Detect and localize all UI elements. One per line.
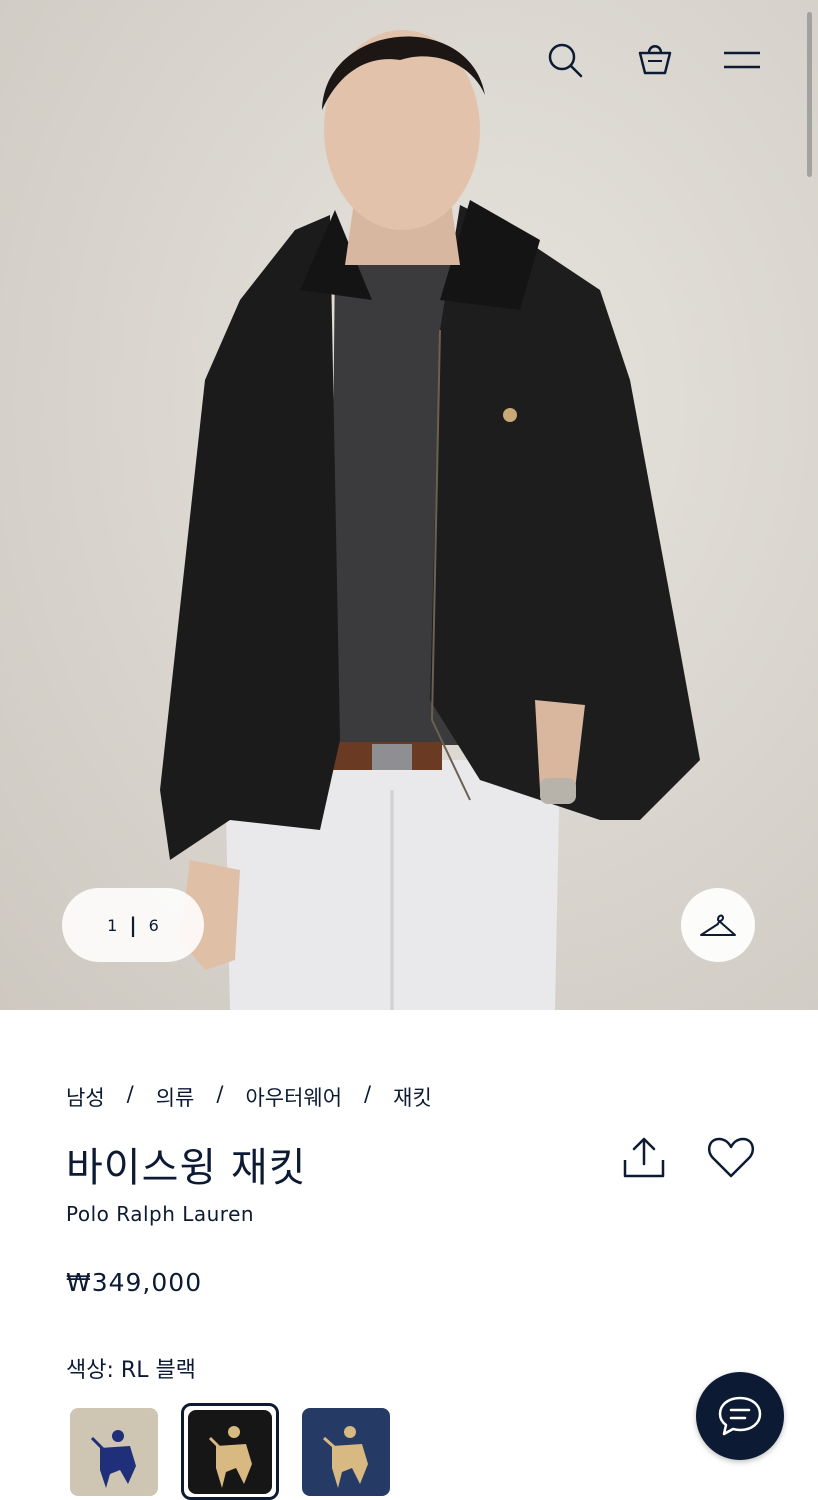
counter-separator: | — [129, 913, 137, 937]
breadcrumb-separator: / — [216, 1082, 224, 1106]
breadcrumb-item-men[interactable]: 남성 — [66, 1082, 105, 1112]
counter-current: 1 — [107, 915, 118, 935]
heart-icon[interactable] — [706, 1134, 756, 1182]
breadcrumb-item-clothing[interactable]: 의류 — [156, 1082, 195, 1112]
page-scrollbar[interactable] — [807, 12, 812, 177]
swatch-rl-black[interactable] — [188, 1410, 272, 1494]
shopping-bag-icon[interactable] — [635, 40, 675, 80]
search-icon[interactable] — [545, 40, 585, 80]
color-value: RL 블랙 — [120, 1358, 196, 1383]
color-selection: 색상: RL 블랙 — [66, 1352, 196, 1384]
product-price: ₩349,000 — [66, 1268, 203, 1297]
menu-icon[interactable] — [722, 40, 762, 80]
product-image[interactable]: 1 | 6 — [0, 0, 818, 1010]
pony-logo-icon — [90, 1430, 136, 1488]
counter-total: 6 — [148, 915, 159, 935]
pony-logo-icon — [208, 1426, 252, 1488]
share-icon[interactable] — [620, 1134, 668, 1182]
swatch-tan[interactable] — [70, 1408, 158, 1496]
hanger-icon — [700, 914, 736, 936]
breadcrumb-separator: / — [364, 1082, 372, 1106]
breadcrumb: 남성 / 의류 / 아우터웨어 / 재킷 — [66, 1082, 432, 1112]
color-label: 색상: — [66, 1358, 114, 1383]
pony-logo-icon — [323, 1426, 368, 1488]
chat-button[interactable] — [696, 1372, 784, 1460]
breadcrumb-item-outerwear[interactable]: 아우터웨어 — [245, 1082, 342, 1112]
image-counter: 1 | 6 — [62, 888, 204, 962]
swatch-navy[interactable] — [302, 1408, 390, 1496]
breadcrumb-separator: / — [126, 1082, 134, 1106]
hanger-button[interactable] — [681, 888, 755, 962]
product-title: 바이스윙 재킷 — [66, 1145, 307, 1191]
brand-name[interactable]: Polo Ralph Lauren — [66, 1202, 254, 1226]
breadcrumb-item-jackets[interactable]: 재킷 — [393, 1082, 432, 1112]
model-photo — [160, 30, 700, 1010]
chat-icon — [718, 1396, 762, 1436]
